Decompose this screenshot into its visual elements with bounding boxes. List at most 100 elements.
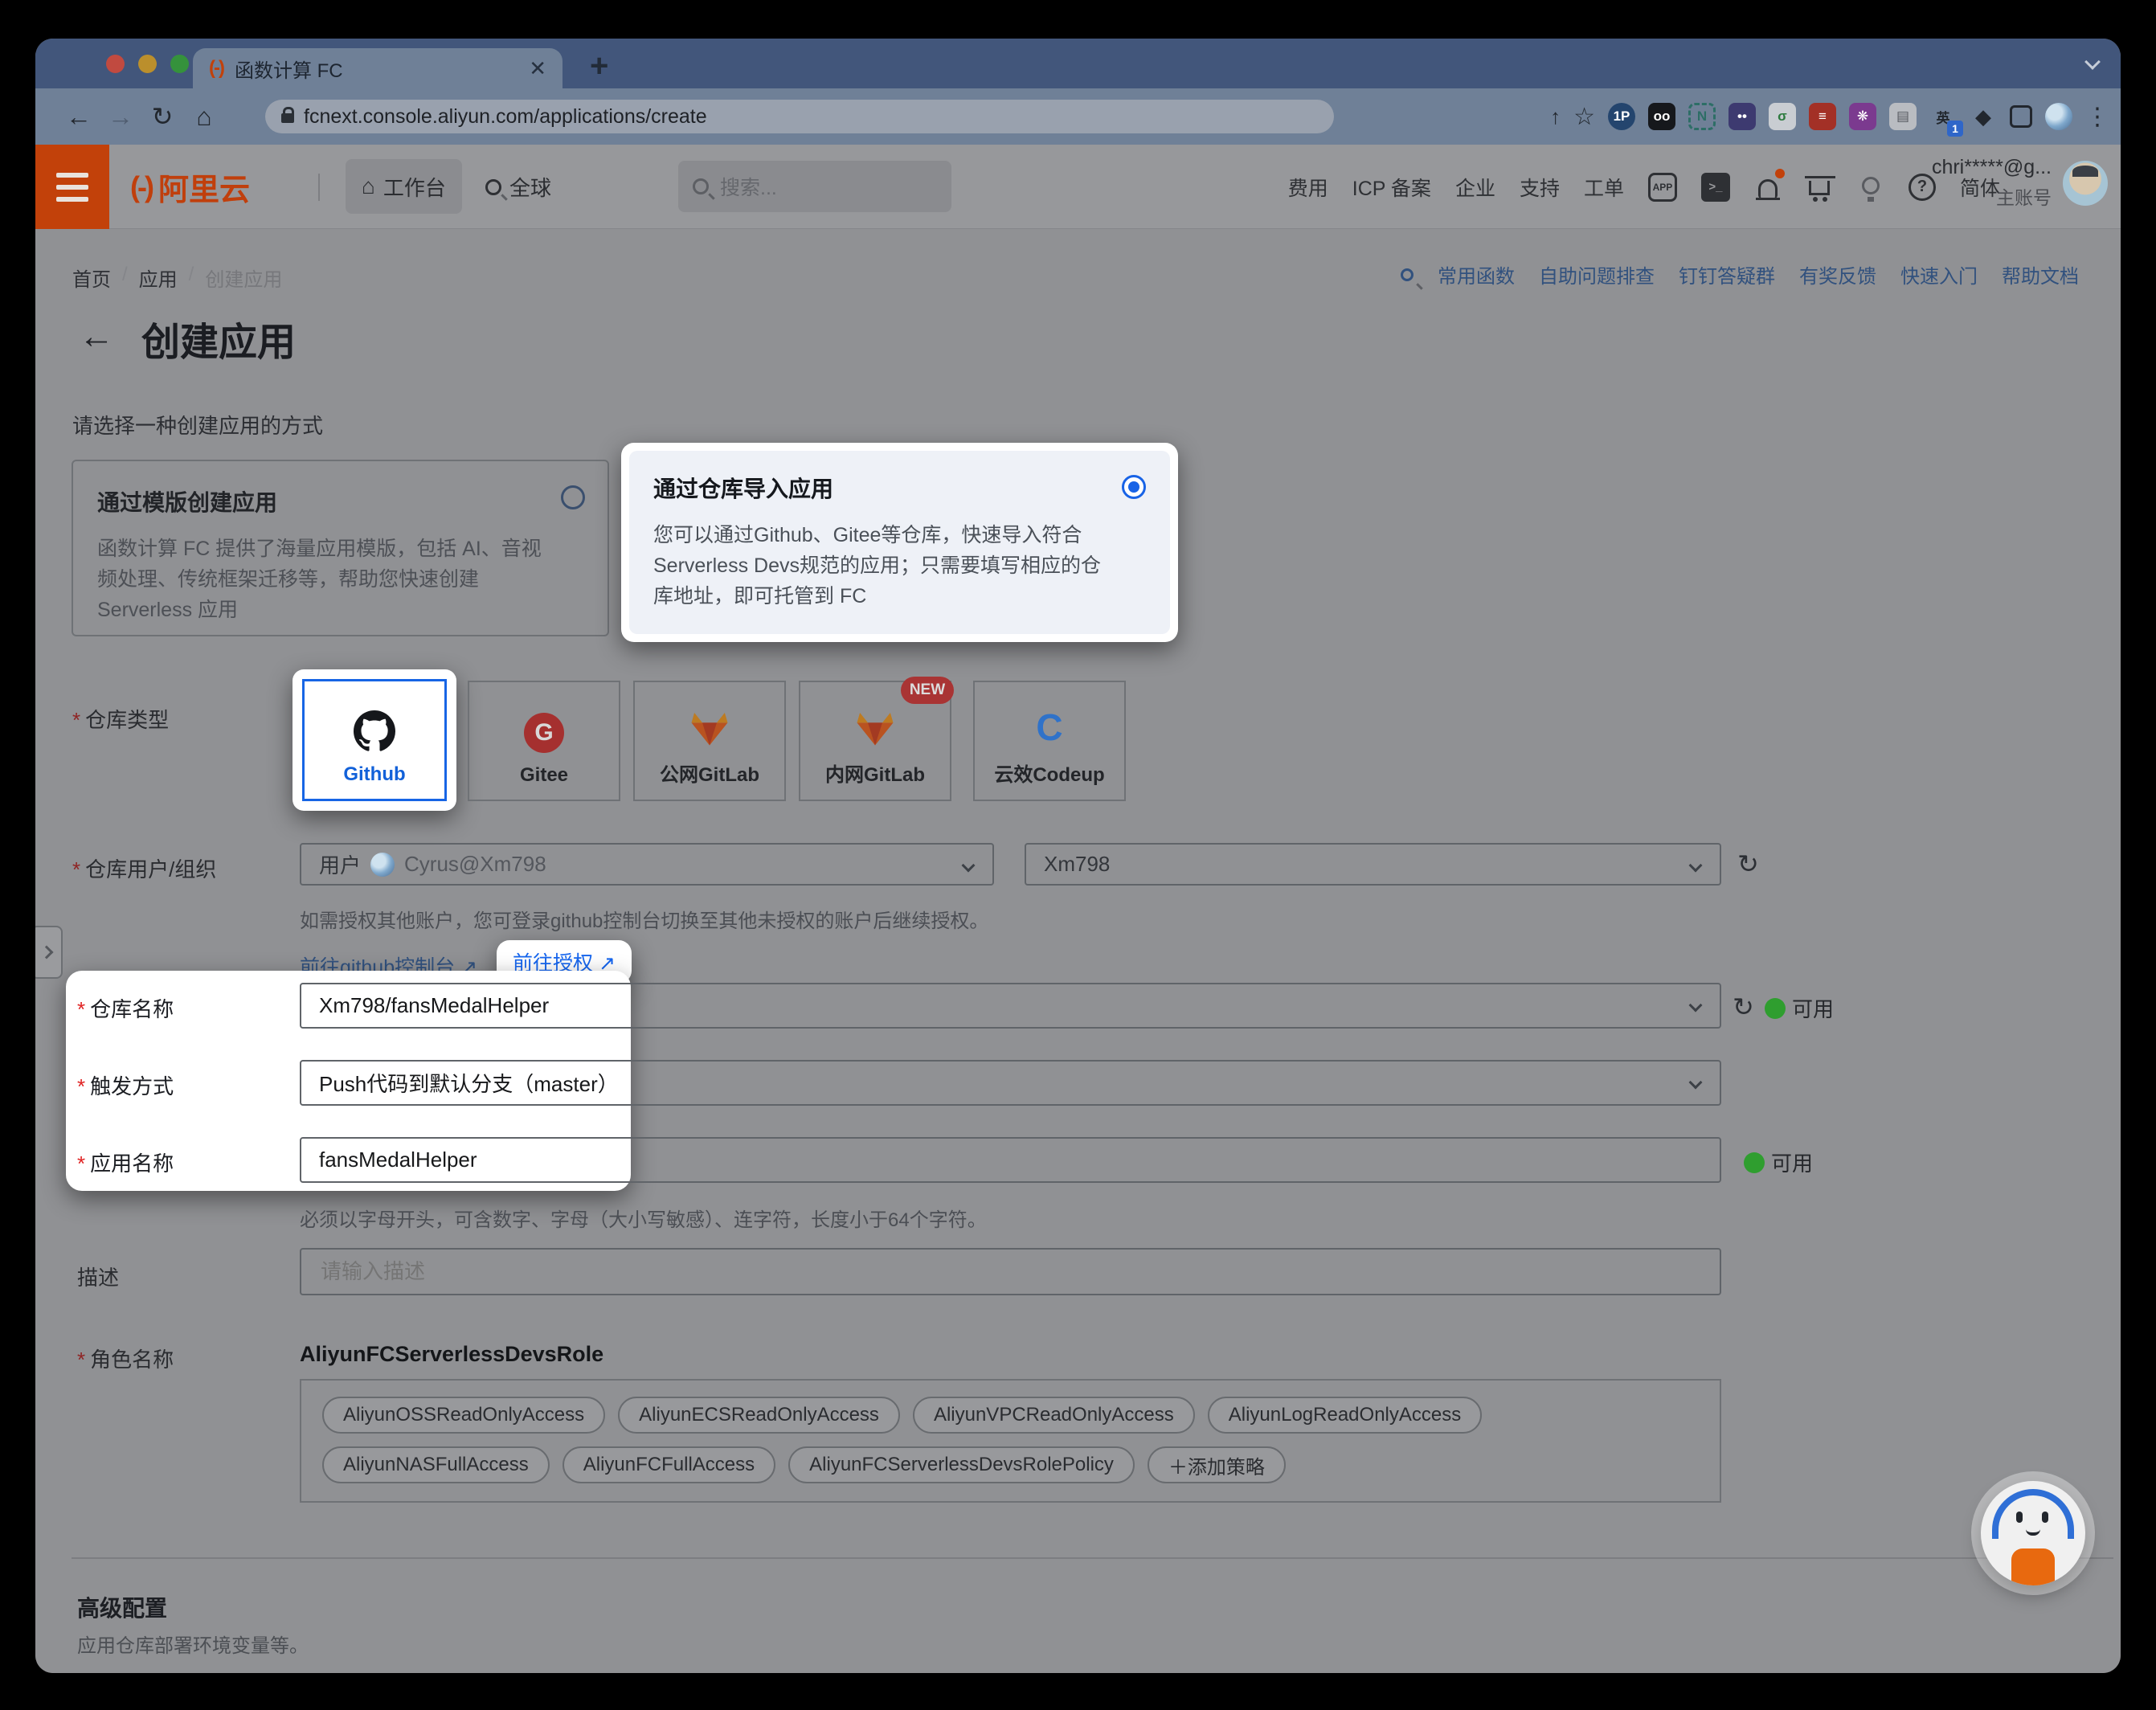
repo-card-github[interactable]: Github xyxy=(302,679,447,801)
org-value: Xm798 xyxy=(1044,852,1110,877)
browser-menu-icon[interactable]: ⋮ xyxy=(2085,103,2109,131)
side-panel-handle[interactable] xyxy=(35,926,63,979)
forward-button[interactable]: → xyxy=(100,102,141,132)
radio-unselected-icon[interactable] xyxy=(561,485,585,509)
browser-tab[interactable]: (-) 函数计算 FC ✕ xyxy=(193,48,563,88)
trigger-select[interactable]: Push代码到默认分支（master） xyxy=(300,1060,1721,1106)
new-tab-button[interactable]: + xyxy=(590,50,608,82)
repo-card-gitee[interactable]: G Gitee xyxy=(468,681,620,801)
repo-name-select[interactable]: Xm798/fansMedalHelper xyxy=(300,983,1721,1029)
translate-extension-icon[interactable]: 英 1 xyxy=(1929,103,1957,130)
cart-icon[interactable] xyxy=(1806,174,1833,201)
extension-icon-2[interactable]: oo xyxy=(1648,103,1675,130)
repo-card-label: 内网GitLab xyxy=(825,759,925,787)
toolbar-right: ↑ ☆ 1P oo N •• σ ≡ ❋ ▤ 英 1 ◆ ⋮ xyxy=(1550,88,2109,145)
extension-icon-3[interactable]: N xyxy=(1688,103,1716,130)
console-header-menu: 费用 ICP 备案 企业 支持 工单 APP >_ ? 简体 xyxy=(1288,145,2000,229)
console-search-input[interactable]: 搜索... xyxy=(678,161,951,212)
tab-close-icon[interactable]: ✕ xyxy=(529,56,546,81)
account-avatar[interactable] xyxy=(2063,161,2108,206)
bookmark-star-icon[interactable]: ☆ xyxy=(1573,103,1595,131)
repo-card-codeup[interactable]: C 云效Codeup xyxy=(973,681,1126,801)
repo-org-select[interactable]: Xm798 xyxy=(1025,843,1721,886)
products-menu-button[interactable] xyxy=(35,145,109,229)
repo-name-status: 可用 xyxy=(1765,993,1834,1023)
extension-icon-6[interactable]: ≡ xyxy=(1809,103,1836,130)
help-link-docs[interactable]: 帮助文档 xyxy=(2002,260,2079,288)
app-name-input[interactable]: fansMedalHelper xyxy=(300,1137,1721,1183)
method-card-repo[interactable]: 通过仓库导入应用 您可以通过Github、Gitee等仓库，快速导入符合 Ser… xyxy=(629,451,1170,634)
extensions-puzzle-icon[interactable]: ◆ xyxy=(1970,103,1997,130)
home-button[interactable]: ⌂ xyxy=(183,102,225,132)
close-window-button[interactable] xyxy=(106,55,125,73)
description-input[interactable] xyxy=(300,1248,1721,1295)
app-icon[interactable]: APP xyxy=(1648,173,1677,202)
menu-expenses[interactable]: 费用 xyxy=(1288,173,1328,202)
page-subtitle: 请选择一种创建应用的方式 xyxy=(72,410,323,440)
account-widget[interactable]: chri*****@g... 主账号 xyxy=(1932,156,2108,210)
home-icon: ⌂ xyxy=(362,174,375,199)
breadcrumb-home[interactable]: 首页 xyxy=(72,264,111,292)
description-field[interactable] xyxy=(319,1258,1702,1285)
refresh-repo-icon[interactable]: ↻ xyxy=(1733,992,1754,1022)
tab-title: 函数计算 FC xyxy=(235,55,518,83)
aliyun-logo-bracket: (-) xyxy=(130,170,152,204)
refresh-org-icon[interactable]: ↻ xyxy=(1737,849,1759,879)
extension-icon-8[interactable]: ▤ xyxy=(1889,103,1917,130)
menu-support[interactable]: 支持 xyxy=(1520,173,1560,202)
browser-window: (-) 函数计算 FC ✕ + ← → ↻ ⌂ fcnext.console.a… xyxy=(35,39,2121,1673)
share-icon[interactable]: ↑ xyxy=(1550,104,1561,129)
lightbulb-icon[interactable] xyxy=(1857,174,1884,201)
split-screen-icon[interactable] xyxy=(2010,105,2032,128)
reload-button[interactable]: ↻ xyxy=(141,101,183,132)
back-button[interactable]: ← xyxy=(58,102,100,132)
region-selector[interactable]: 全球 xyxy=(485,145,551,229)
add-policy-button[interactable]: ＋添加策略 xyxy=(1148,1446,1286,1483)
repo-card-public-gitlab[interactable]: 公网GitLab xyxy=(633,681,786,801)
help-link-feedback[interactable]: 有奖反馈 xyxy=(1799,260,1876,288)
extension-icon-5[interactable]: σ xyxy=(1769,103,1796,130)
aliyun-logo[interactable]: (-) 阿里云 xyxy=(130,145,250,229)
extension-icon-4[interactable]: •• xyxy=(1728,103,1756,130)
help-link-dingtalk-group[interactable]: 钉钉答疑群 xyxy=(1679,260,1775,288)
robot-body xyxy=(2011,1548,2055,1585)
menu-icp[interactable]: ICP 备案 xyxy=(1352,173,1431,202)
notifications-bell-icon[interactable] xyxy=(1754,174,1782,201)
github-icon xyxy=(354,710,395,752)
check-icon xyxy=(1744,1152,1765,1173)
policy-chip: AliyunLogReadOnlyAccess xyxy=(1208,1397,1483,1434)
extension-icon-7[interactable]: ❋ xyxy=(1849,103,1876,130)
role-value: AliyunFCServerlessDevsRole xyxy=(300,1342,603,1367)
back-arrow-button[interactable]: ← xyxy=(79,317,114,357)
app-name-value: fansMedalHelper xyxy=(319,1148,477,1172)
robot-eye xyxy=(2016,1512,2023,1523)
status-text: 可用 xyxy=(1792,993,1834,1023)
help-link-self-troubleshoot[interactable]: 自助问题排查 xyxy=(1539,260,1655,288)
role-label: *角色名称 xyxy=(77,1344,174,1373)
address-bar[interactable]: fcnext.console.aliyun.com/applications/c… xyxy=(265,100,1334,133)
policy-chip: AliyunNASFullAccess xyxy=(322,1446,550,1483)
aliyun-logo-text: 阿里云 xyxy=(158,165,250,209)
repo-card-label: 公网GitLab xyxy=(660,759,759,787)
method-card-desc: 函数计算 FC 提供了海量应用模版，包括 AI、音视频处理、传统框架迁移等，帮助… xyxy=(97,534,560,625)
aliyun-favicon: (-) xyxy=(209,57,223,80)
repo-user-select[interactable]: 用户 Cyrus@Xm798 xyxy=(300,843,994,886)
minimize-window-button[interactable] xyxy=(138,55,157,73)
globe-icon xyxy=(485,179,501,195)
tab-search-chevron-icon[interactable] xyxy=(2084,54,2101,70)
breadcrumb-apps[interactable]: 应用 xyxy=(139,264,178,292)
menu-tickets[interactable]: 工单 xyxy=(1584,173,1624,202)
trigger-label: *触发方式 xyxy=(77,1070,174,1100)
cloudshell-icon[interactable]: >_ xyxy=(1701,173,1730,202)
workbench-button[interactable]: ⌂ 工作台 xyxy=(346,159,462,214)
radio-selected-icon[interactable] xyxy=(1122,475,1146,499)
method-card-template[interactable]: 通过模版创建应用 函数计算 FC 提供了海量应用模版，包括 AI、音视频处理、传… xyxy=(72,460,609,636)
help-link-common-functions[interactable]: 常用函数 xyxy=(1438,260,1515,288)
new-badge: NEW xyxy=(901,677,954,704)
menu-enterprise[interactable]: 企业 xyxy=(1455,173,1495,202)
help-link-quickstart[interactable]: 快速入门 xyxy=(1900,260,1978,288)
profile-avatar[interactable] xyxy=(2045,103,2072,130)
assistant-robot-button[interactable] xyxy=(1981,1481,2085,1585)
extension-icon-1[interactable]: 1P xyxy=(1608,103,1635,130)
zoom-window-button[interactable] xyxy=(170,55,189,73)
